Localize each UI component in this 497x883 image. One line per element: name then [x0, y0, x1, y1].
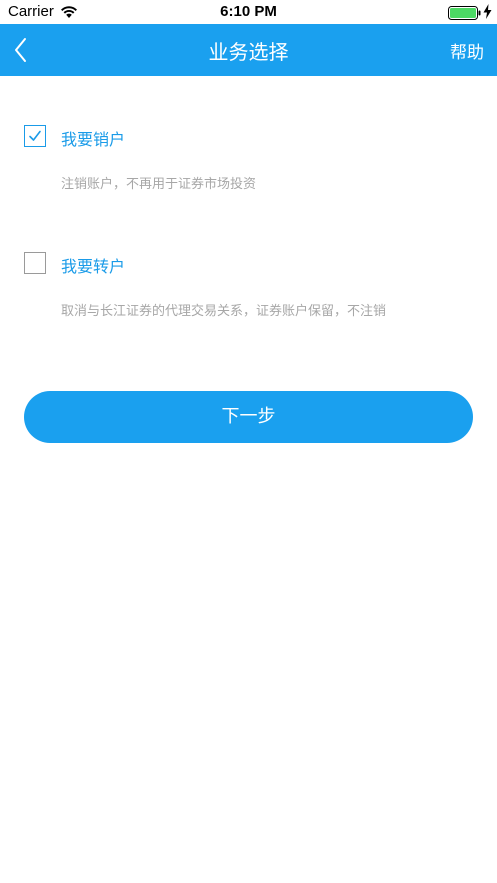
lightning-icon — [483, 4, 492, 19]
transfer-account-description: 取消与长江证券的代理交易关系，证券账户保留，不注销 — [61, 304, 387, 319]
transfer-account-label: 我要转户 — [61, 257, 126, 276]
close-account-description: 注销账户，不再用于证券市场投资 — [61, 177, 257, 192]
navigation-bar: 业务选择 帮助 — [0, 24, 497, 76]
close-account-label: 我要销户 — [61, 130, 126, 149]
next-step-button[interactable]: 下一步 — [24, 391, 473, 443]
option-close-account[interactable]: 我要销户 — [24, 125, 473, 149]
option-transfer-account[interactable]: 我要转户 — [24, 252, 473, 276]
transfer-account-checkbox[interactable] — [24, 252, 46, 274]
status-time: 6:10 PM — [220, 3, 277, 20]
close-account-checkbox[interactable] — [24, 125, 46, 147]
help-button[interactable]: 帮助 — [450, 38, 484, 63]
page-title: 业务选择 — [208, 40, 289, 64]
status-bar: Carrier 6:10 PM — [0, 0, 497, 24]
battery-icon — [448, 5, 482, 20]
